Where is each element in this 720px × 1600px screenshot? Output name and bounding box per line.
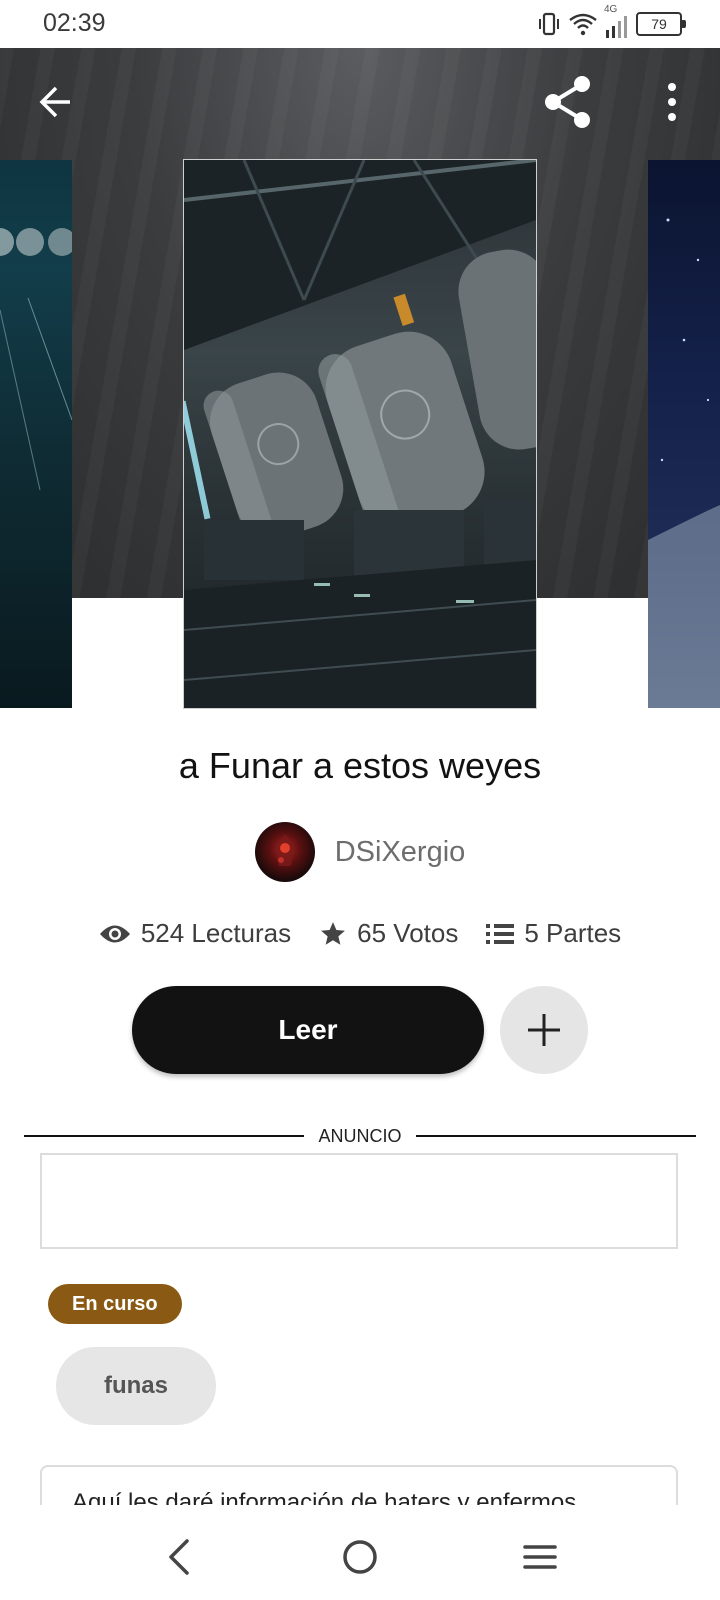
- signal-icon: 4G: [604, 4, 630, 38]
- parts-stat: 5 Partes: [486, 918, 621, 949]
- author-name[interactable]: DSiXergio: [335, 836, 466, 869]
- back-icon: [169, 1539, 189, 1575]
- eye-icon: [99, 925, 130, 942]
- story-description: Aquí les daré información de haters y en…: [72, 1489, 577, 1505]
- votes-count: 65 Votos: [357, 918, 459, 948]
- story-title: a Funar a estos weyes: [178, 745, 542, 786]
- nav-back-button[interactable]: [150, 1527, 210, 1587]
- list-icon: [486, 923, 515, 944]
- star-icon: [321, 921, 346, 945]
- votes-stat: 65 Votos: [319, 918, 458, 949]
- plus-icon: [528, 1014, 560, 1046]
- cover-next[interactable]: [648, 160, 720, 708]
- status-icons: 4G 79: [536, 4, 686, 38]
- battery-icon: 79: [636, 12, 686, 36]
- nav-home-button[interactable]: [330, 1527, 390, 1587]
- vibrate-icon: [539, 12, 559, 36]
- parts-count: 5 Partes: [524, 918, 622, 948]
- story-stats: 524 Lecturas 65 Votos 5 Partes: [0, 918, 720, 949]
- nav-menu-button[interactable]: [510, 1527, 570, 1587]
- more-options-button[interactable]: [622, 52, 720, 152]
- tag-chip[interactable]: funas: [56, 1347, 216, 1425]
- add-to-library-button[interactable]: [500, 986, 588, 1074]
- author-row[interactable]: DSiXergio: [0, 822, 720, 882]
- description-card[interactable]: Aquí les daré información de haters y en…: [40, 1465, 678, 1505]
- system-navigation-bar: [0, 1505, 720, 1600]
- reads-stat: 524 Lecturas: [99, 918, 291, 949]
- cover-previous[interactable]: [0, 160, 72, 708]
- home-icon: [343, 1540, 377, 1574]
- more-vertical-icon: [668, 83, 676, 121]
- menu-icon: [523, 1545, 557, 1569]
- arrow-left-icon: [39, 86, 70, 118]
- ad-slot[interactable]: [40, 1153, 678, 1249]
- status-badge: En curso: [48, 1284, 182, 1324]
- ad-separator: ANUNCIO: [24, 1124, 696, 1148]
- author-avatar[interactable]: [254, 822, 315, 882]
- wifi-icon: [569, 13, 597, 36]
- share-button[interactable]: [518, 52, 618, 152]
- status-bar: 02:39 4G 79: [0, 0, 720, 48]
- story-cover[interactable]: [184, 160, 536, 708]
- share-icon: [545, 76, 590, 128]
- status-time: 02:39: [43, 9, 106, 37]
- back-button[interactable]: [6, 52, 106, 152]
- ad-label: ANUNCIO: [304, 1126, 416, 1146]
- read-button[interactable]: Leer: [132, 986, 484, 1074]
- reads-count: 524 Lecturas: [140, 918, 292, 948]
- battery-level: 79: [651, 16, 667, 32]
